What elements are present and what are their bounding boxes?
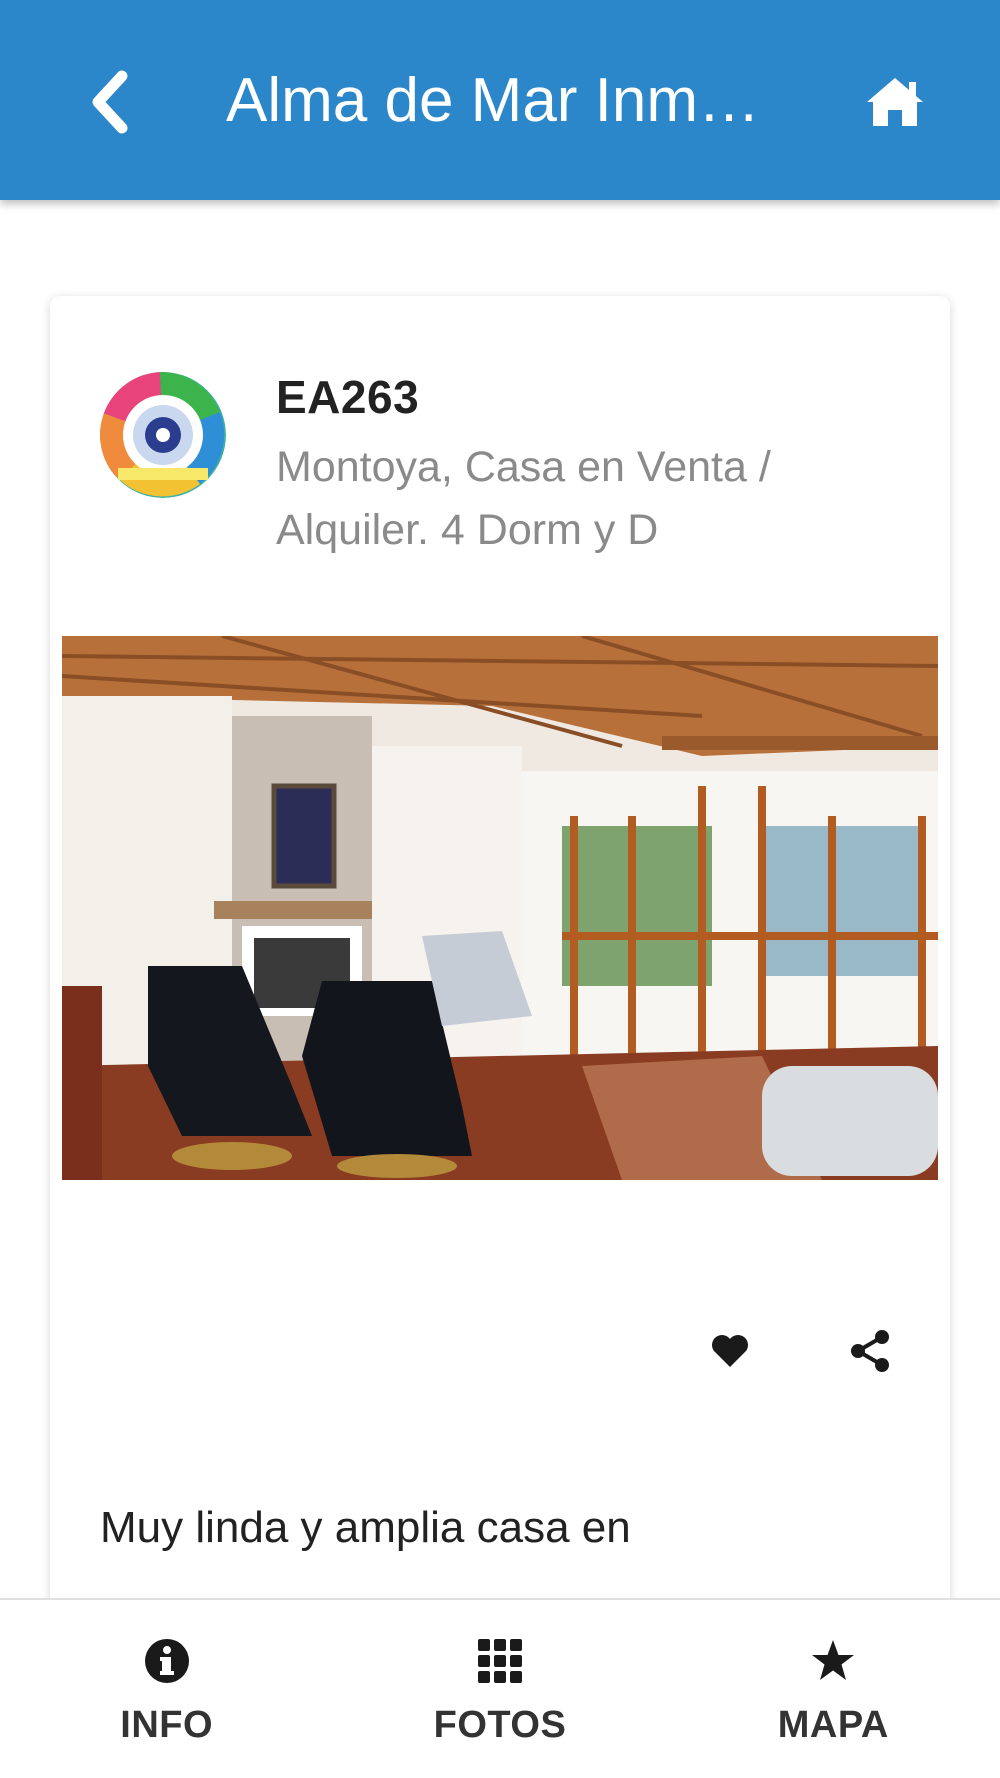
heart-icon	[712, 1335, 748, 1367]
tab-fotos-label: FOTOS	[433, 1704, 567, 1746]
tab-mapa-label: MAPA	[777, 1704, 889, 1746]
agency-avatar	[100, 372, 226, 498]
info-icon	[142, 1636, 192, 1686]
living-room-photo	[62, 636, 938, 1180]
share-button[interactable]	[830, 1316, 910, 1386]
listing-subtitle: Montoya, Casa en Venta / Alquiler. 4 Dor…	[276, 443, 771, 554]
tab-fotos[interactable]: FOTOS	[333, 1600, 666, 1778]
back-button[interactable]	[70, 62, 150, 142]
share-icon	[851, 1330, 889, 1372]
app-bar: Alma de Mar Inm…	[0, 0, 1000, 200]
bottom-nav: INFO FOTOS MAPA	[0, 1598, 1000, 1778]
tab-info-label: INFO	[120, 1704, 214, 1746]
tab-info[interactable]: INFO	[0, 1600, 333, 1778]
grid-icon	[475, 1636, 525, 1686]
home-icon	[867, 78, 923, 126]
home-button[interactable]	[850, 62, 940, 142]
tab-mapa[interactable]: MAPA	[667, 1600, 1000, 1778]
page-title: Alma de Mar Inm…	[226, 66, 761, 135]
agency-logo	[100, 372, 226, 498]
listing-description: Muy linda y amplia casa en	[100, 1503, 631, 1552]
chevron-left-icon	[92, 70, 128, 134]
listing-code: EA263	[276, 371, 420, 423]
listing-card[interactable]: EA263 Montoya, Casa en Venta / Alquiler.…	[50, 296, 950, 1716]
listing-photo[interactable]	[62, 636, 938, 1180]
star-icon	[808, 1636, 858, 1686]
favorite-button[interactable]	[690, 1316, 770, 1386]
